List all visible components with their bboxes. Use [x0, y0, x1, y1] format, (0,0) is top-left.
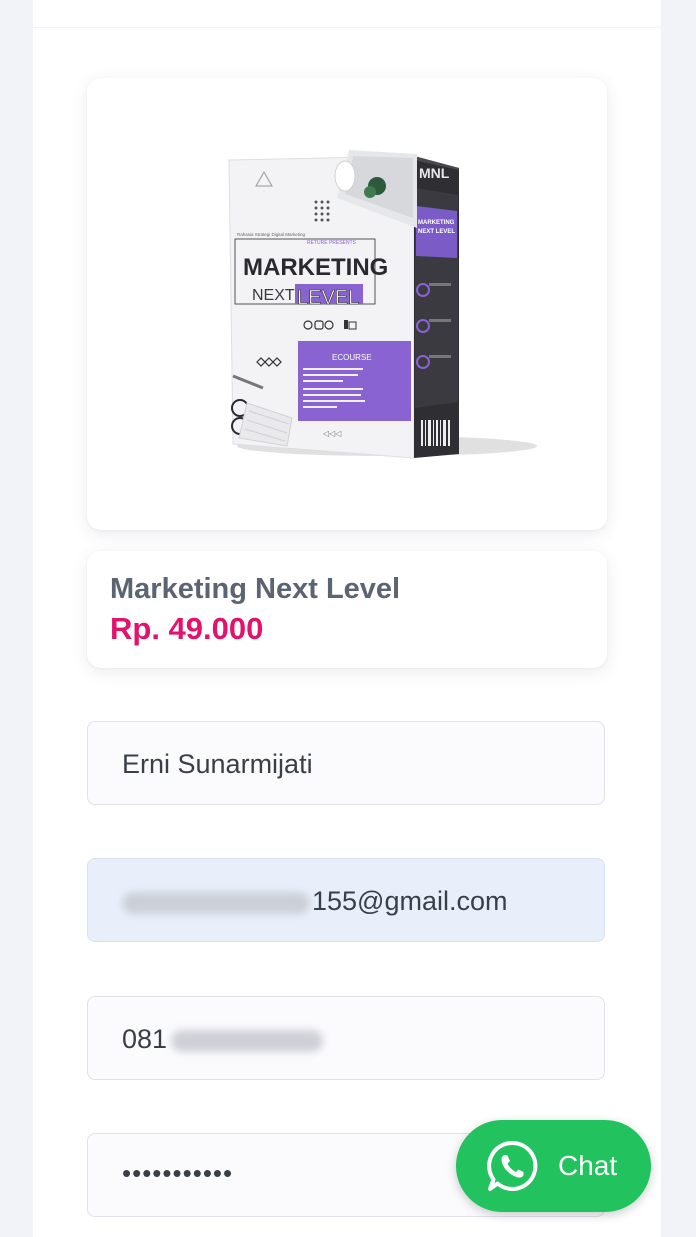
box-side-title-1: MARKETING	[418, 220, 455, 226]
email-visible-text: 155@gmail.com	[312, 886, 508, 916]
box-presents: RETURE PRESENTS	[307, 240, 357, 246]
whatsapp-chat-button[interactable]: Chat	[456, 1120, 651, 1212]
box-side-logo: MNL	[419, 165, 450, 181]
name-field-value: Erni Sunarmijati	[122, 749, 313, 779]
product-box-image: MNL MARKETING NEXT LEVEL Rahasia Strateg…	[228, 150, 537, 459]
box-title-main: MARKETING	[243, 254, 388, 281]
product-price: Rp. 49.000	[110, 611, 264, 646]
email-redaction	[122, 891, 310, 914]
product-image-card: MNL MARKETING NEXT LEVEL Rahasia Strateg…	[87, 78, 607, 530]
product-info-card: Marketing Next Level Rp. 49.000	[87, 551, 607, 668]
email-field[interactable]: 155@gmail.com	[87, 858, 605, 942]
email-field-value: 155@gmail.com	[122, 859, 508, 943]
box-ecourse: ECOURSE	[332, 353, 372, 362]
product-name: Marketing Next Level	[110, 573, 401, 605]
phone-field[interactable]: 081	[87, 996, 605, 1080]
box-side-title-2: NEXT LEVEL	[418, 229, 455, 235]
svg-text:◁◁◁: ◁◁◁	[322, 429, 341, 438]
box-title-next: NEXT	[252, 287, 295, 304]
phone-visible-text: 081	[122, 1024, 168, 1054]
top-divider	[33, 27, 661, 28]
phone-redaction	[171, 1029, 324, 1052]
chat-label: Chat	[558, 1150, 618, 1181]
phone-field-value: 081	[122, 997, 324, 1081]
box-tagline: Rahasia Strategi Digital Marketing	[237, 232, 306, 237]
password-field-value: •••••••••••	[122, 1158, 234, 1188]
box-title-level: LEVEL	[297, 287, 359, 309]
name-field[interactable]: Erni Sunarmijati	[87, 721, 605, 805]
whatsapp-icon	[487, 1140, 538, 1191]
